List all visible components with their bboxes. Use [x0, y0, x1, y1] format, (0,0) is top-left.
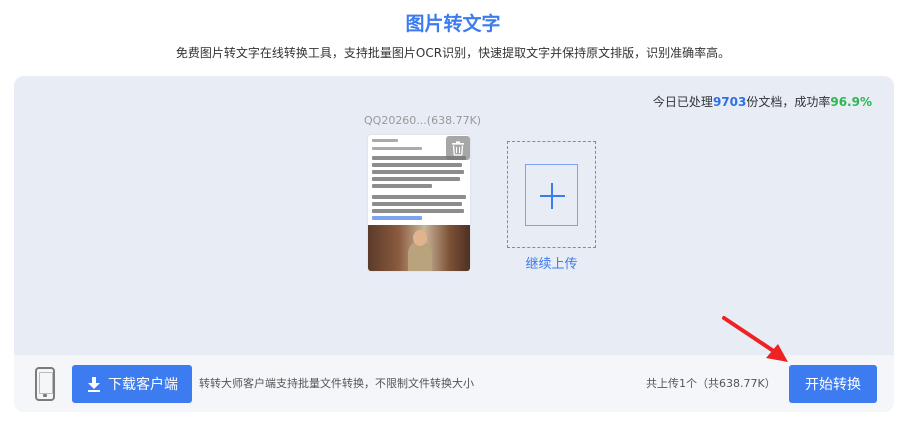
upload-panel: 今日已处理9703份文档，成功率96.9% QQ20260...(638.77K…	[14, 76, 894, 412]
stats-success-rate: 96.9%	[830, 95, 872, 109]
file-name: QQ20260...(638.77K)	[364, 114, 482, 127]
stats-prefix: 今日已处理	[652, 95, 713, 109]
processing-stats: 今日已处理9703份文档，成功率96.9%	[653, 94, 872, 110]
download-client-label: 下载客户端	[108, 377, 178, 393]
trash-icon	[452, 140, 464, 156]
phone-icon	[35, 367, 55, 401]
page-title: 图片转文字	[405, 13, 501, 35]
bottom-bar: 下载客户端 转转大师客户端支持批量文件转换，不限制文件转换大小 共上传1个（共6…	[14, 355, 894, 412]
download-icon	[88, 377, 100, 392]
upload-count: 共上传1个（共638.77K）	[646, 377, 776, 390]
start-convert-button[interactable]: 开始转换	[789, 365, 877, 403]
page-subtitle: 免费图片转文字在线转换工具，支持批量图片OCR识别，快速提取文字并保持原文排版，…	[175, 46, 731, 60]
continue-upload-link[interactable]: 继续上传	[507, 256, 596, 274]
plus-icon	[525, 164, 578, 226]
add-file-button[interactable]	[507, 141, 596, 248]
client-note: 转转大师客户端支持批量文件转换，不限制文件转换大小	[199, 377, 474, 390]
delete-file-button[interactable]	[446, 136, 470, 160]
stats-middle: 份文档，成功率	[746, 95, 831, 109]
download-client-button[interactable]: 下载客户端	[72, 365, 192, 403]
stats-count: 9703	[712, 95, 747, 109]
